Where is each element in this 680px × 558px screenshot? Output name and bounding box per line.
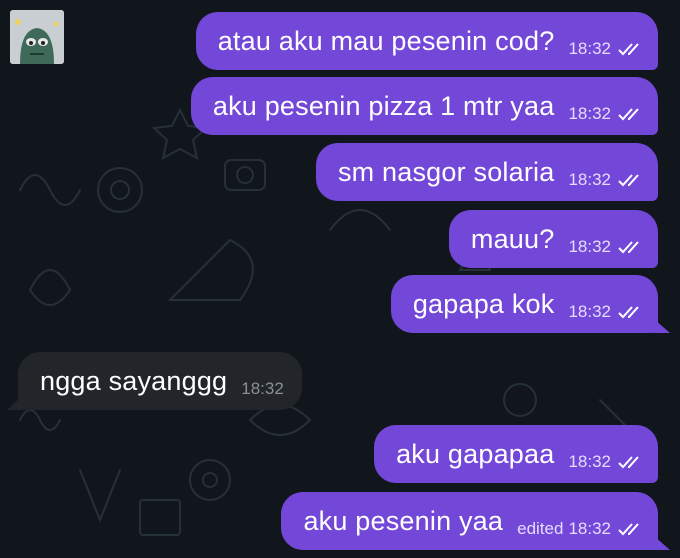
message-meta: 18:32 xyxy=(241,379,284,399)
message-bubble[interactable]: aku pesenin yaa edited 18:32 xyxy=(281,492,670,550)
message-text: aku gapapaa xyxy=(396,438,555,469)
message-meta: 18:32 xyxy=(568,170,644,190)
double-check-icon xyxy=(618,241,639,254)
message-text: ngga sayanggg xyxy=(40,365,228,396)
double-check-icon xyxy=(618,108,639,121)
message-text: gapapa kok xyxy=(412,288,555,319)
message-bubble[interactable]: gapapa kok 18:32 xyxy=(390,275,671,333)
message-meta: 18:32 xyxy=(568,104,644,124)
message-text: sm nasgor solaria xyxy=(337,156,555,187)
message-bubble[interactable]: sm nasgor solaria 18:32 xyxy=(315,143,658,201)
message-text: aku pesenin pizza 1 mtr yaa xyxy=(212,90,555,121)
edited-label: edited xyxy=(517,519,564,538)
message-meta: 18:32 xyxy=(568,39,644,59)
message-meta: edited 18:32 xyxy=(517,519,644,539)
message-bubble-incoming[interactable]: ngga sayanggg 18:32 xyxy=(7,352,302,410)
double-check-icon xyxy=(618,523,639,536)
message-time: 18:32 xyxy=(568,170,611,189)
contact-avatar[interactable] xyxy=(10,10,64,64)
double-check-icon xyxy=(618,306,639,319)
message-bubble[interactable]: aku pesenin pizza 1 mtr yaa 18:32 xyxy=(190,77,658,135)
message-text: atau aku mau pesenin cod? xyxy=(217,25,555,56)
message-bubble[interactable]: atau aku mau pesenin cod? 18:32 xyxy=(195,12,658,70)
message-time: 18:32 xyxy=(568,519,611,538)
message-bubble[interactable]: mauu? 18:32 xyxy=(448,210,658,268)
message-time: 18:32 xyxy=(568,237,611,256)
message-time: 18:32 xyxy=(568,302,611,321)
message-time: 18:32 xyxy=(568,452,611,471)
sticker-avatar-icon xyxy=(10,10,64,64)
message-time: 18:32 xyxy=(241,379,284,398)
message-meta: 18:32 xyxy=(568,302,644,322)
message-time: 18:32 xyxy=(568,39,611,58)
message-time: 18:32 xyxy=(568,104,611,123)
message-meta: 18:32 xyxy=(568,452,644,472)
double-check-icon xyxy=(618,43,639,56)
message-text: mauu? xyxy=(470,223,555,254)
message-meta: 18:32 xyxy=(568,237,644,257)
double-check-icon xyxy=(618,174,639,187)
double-check-icon xyxy=(618,456,639,469)
message-text: aku pesenin yaa xyxy=(303,505,504,536)
message-bubble[interactable]: aku gapapaa 18:32 xyxy=(374,425,658,483)
